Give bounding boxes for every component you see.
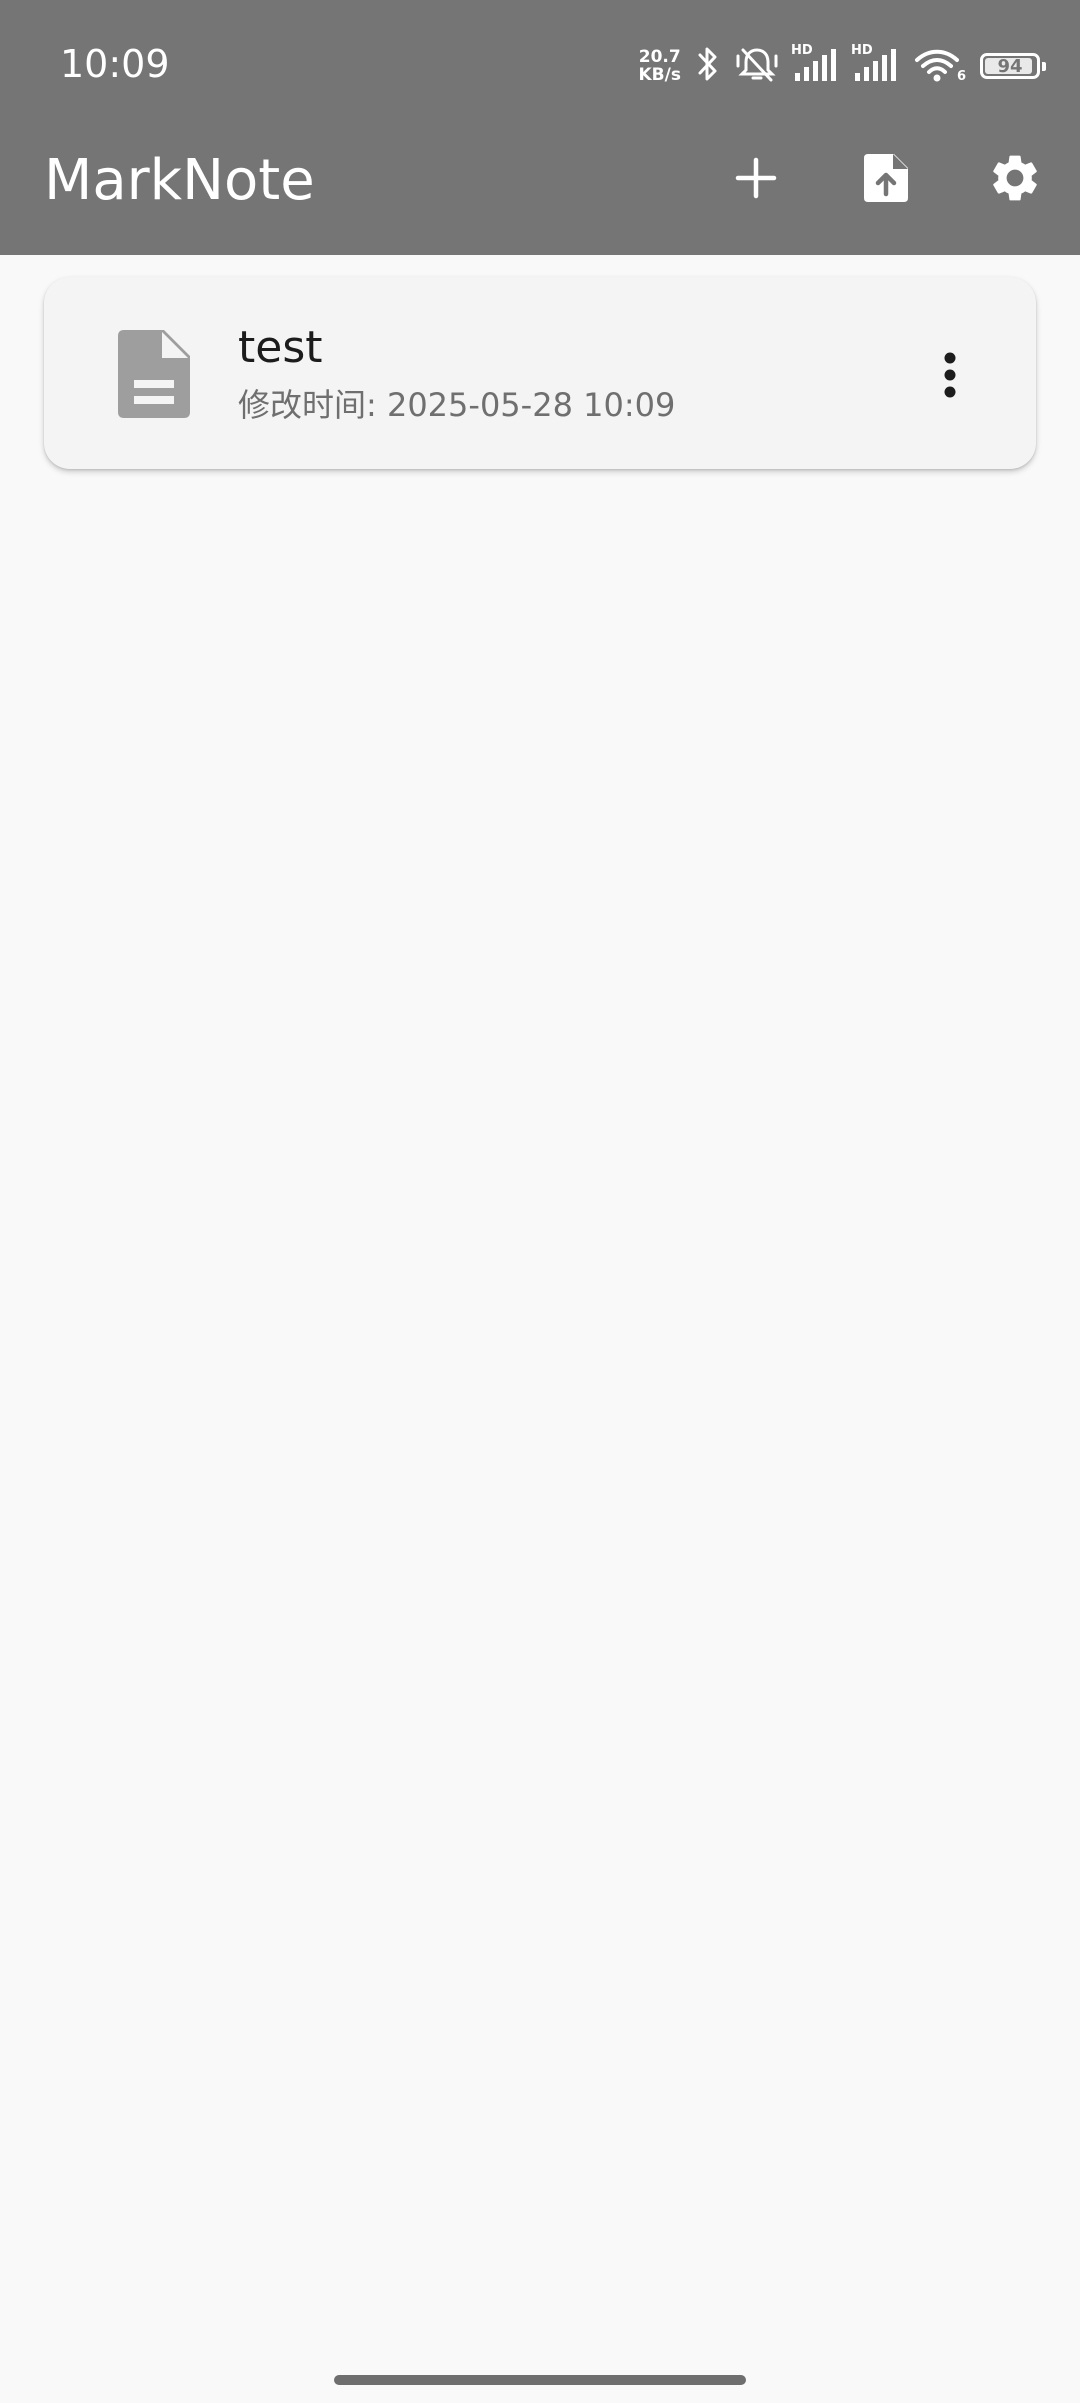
network-speed-unit: KB/s: [638, 65, 681, 85]
wifi-label: 6: [956, 69, 966, 84]
import-file-button[interactable]: [846, 140, 926, 220]
status-icons: 20.7 KB/s HD HD 6 94: [638, 43, 1046, 88]
battery-icon: 94: [980, 53, 1046, 79]
note-modified-time: 修改时间: 2025-05-28 10:09: [238, 386, 676, 424]
bluetooth-icon: [695, 44, 721, 88]
battery-level: 94: [997, 55, 1023, 77]
screen: 10:09 20.7 KB/s HD HD 6 94 MarkNote test…: [0, 0, 1080, 2403]
note-menu-button[interactable]: [902, 329, 998, 425]
cell-signal-icon: HD: [791, 43, 839, 83]
add-note-button[interactable]: [716, 140, 796, 220]
network-speed: 20.7 KB/s: [638, 48, 680, 84]
muted-bell-icon: [735, 44, 779, 88]
settings-button[interactable]: [975, 140, 1055, 220]
more-vert-icon: [942, 351, 958, 403]
wifi-icon: 6: [913, 48, 966, 84]
document-icon: [104, 327, 204, 421]
status-time: 10:09: [60, 42, 170, 86]
settings-icon: [987, 150, 1043, 210]
cell-signal-icon-2: HD: [851, 43, 899, 83]
app-bar: 10:09 20.7 KB/s HD HD 6 94 MarkNote: [0, 0, 1080, 255]
home-indicator[interactable]: [334, 2375, 746, 2385]
app-title: MarkNote: [44, 148, 315, 213]
note-title: test: [238, 322, 323, 373]
network-speed-value: 20.7: [638, 47, 681, 67]
file-upload-icon: [862, 150, 910, 210]
add-icon: [734, 156, 778, 204]
note-card[interactable]: test 修改时间: 2025-05-28 10:09: [44, 277, 1036, 469]
